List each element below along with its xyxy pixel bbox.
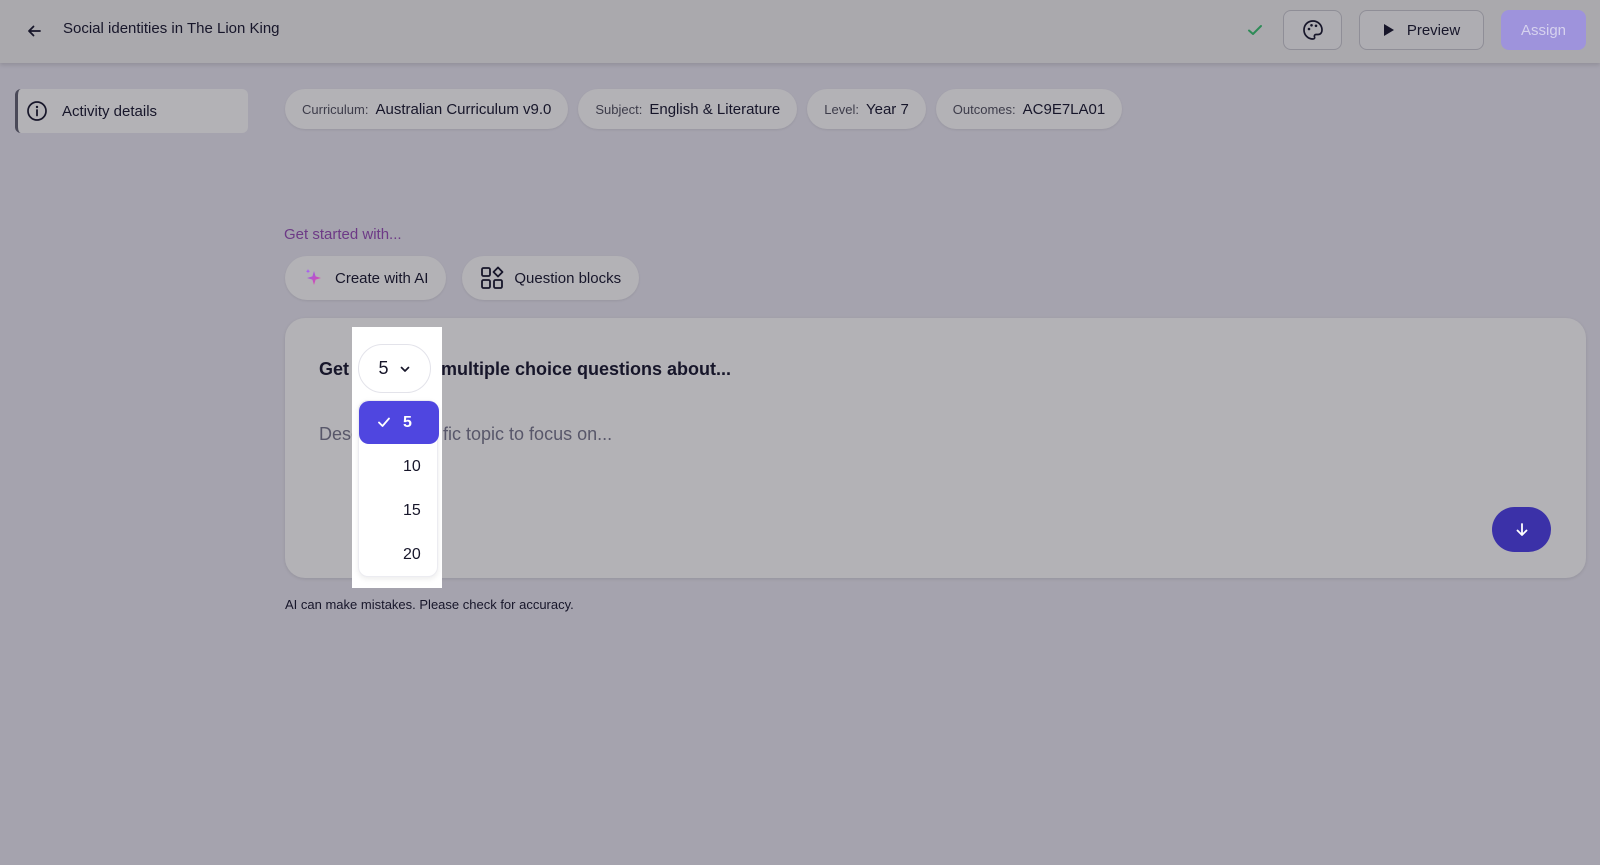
subject-chip[interactable]: Subject: English & Literature: [578, 89, 798, 129]
chip-value: English & Literature: [649, 100, 781, 118]
chip-value: Year 7: [865, 100, 909, 118]
chip-key: Outcomes:: [952, 101, 1016, 117]
level-chip[interactable]: Level: Year 7: [807, 89, 926, 129]
theme-button[interactable]: [1283, 10, 1342, 50]
question-count-select[interactable]: 5: [358, 344, 431, 393]
arrow-down-icon: [1516, 522, 1527, 536]
question-count-value: 5: [378, 358, 389, 378]
chevron-down-icon: [400, 366, 409, 372]
option-label: 20: [403, 545, 421, 563]
generate-button[interactable]: [1492, 507, 1551, 552]
ai-disclaimer: AI can make mistakes. Please check for a…: [285, 597, 574, 612]
option-5[interactable]: 5: [359, 401, 439, 444]
ai-prompt-card: Get multiple choice questions about... D…: [285, 318, 1586, 578]
topic-placeholder-tail: cific topic to focus on...: [430, 424, 613, 444]
chip-key: Subject:: [595, 101, 643, 117]
option-label: 15: [403, 501, 421, 519]
chip-key: Curriculum:: [302, 101, 369, 117]
preview-label: Preview: [1406, 21, 1461, 39]
sidebar-item-activity-details[interactable]: Activity details: [15, 89, 248, 133]
sidebar-item-label: Activity details: [62, 102, 158, 120]
question-blocks-button[interactable]: Question blocks: [462, 256, 640, 300]
chip-value: Australian Curriculum v9.0: [375, 100, 552, 118]
blocks-icon: [481, 266, 504, 289]
info-icon: [27, 101, 47, 121]
palette-icon: [1302, 20, 1323, 40]
question-count-menu: 5 10 15 20: [358, 400, 439, 577]
curriculum-chip[interactable]: Curriculum: Australian Curriculum v9.0: [285, 89, 569, 129]
play-icon: [1383, 24, 1394, 36]
option-label: 10: [403, 457, 421, 475]
activity-metadata-chips: Curriculum: Australian Curriculum v9.0 S…: [285, 89, 1123, 129]
get-started-options: Create with AI Question blocks: [285, 256, 640, 300]
question-blocks-label: Question blocks: [514, 269, 622, 287]
chip-key: Level:: [824, 101, 859, 117]
arrow-left-icon: [28, 25, 41, 37]
top-bar: Social identities in The Lion King Previ…: [0, 0, 1600, 63]
prompt-suffix: multiple choice questions about...: [441, 359, 732, 379]
chip-value: AC9E7LA01: [1022, 100, 1106, 118]
sparkle-icon: [305, 269, 321, 285]
check-icon: [1248, 25, 1262, 35]
create-with-ai-button[interactable]: Create with AI: [285, 256, 447, 300]
option-20[interactable]: 20: [359, 533, 439, 576]
option-10[interactable]: 10: [359, 445, 439, 488]
option-label: 5: [403, 413, 412, 431]
get-started-heading: Get started with...: [284, 226, 402, 243]
prompt-prefix: Get: [319, 359, 350, 379]
page-title: Social identities in The Lion King: [63, 20, 280, 37]
assign-button[interactable]: Assign: [1501, 10, 1586, 50]
create-with-ai-label: Create with AI: [335, 269, 429, 287]
option-15[interactable]: 15: [359, 489, 439, 532]
back-button[interactable]: [20, 17, 48, 45]
outcomes-chip[interactable]: Outcomes: AC9E7LA01: [935, 89, 1123, 129]
assign-label: Assign: [1520, 21, 1567, 39]
question-count-dropdown: 5 5 10 15 20: [352, 327, 442, 588]
preview-button[interactable]: Preview: [1359, 10, 1484, 50]
check-icon: [378, 417, 390, 427]
